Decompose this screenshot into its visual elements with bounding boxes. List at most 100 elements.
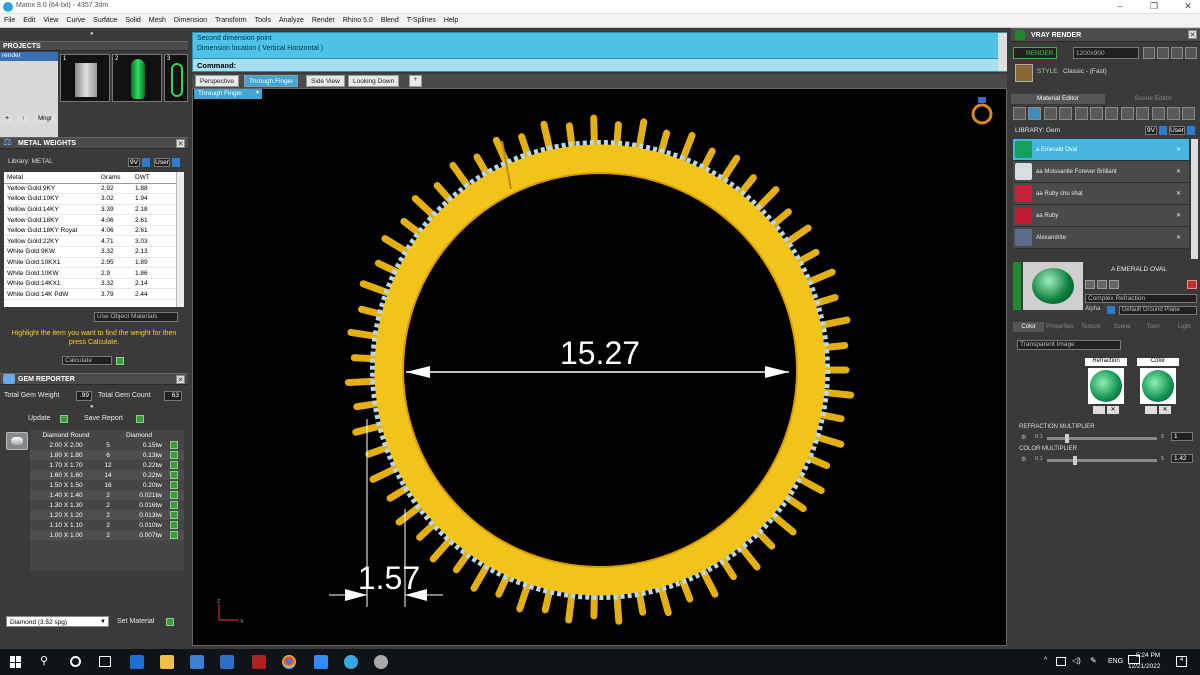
zoom-icon[interactable] xyxy=(314,655,328,669)
refraction-slider-thumb[interactable] xyxy=(1065,434,1069,443)
menu-solid[interactable]: Solid xyxy=(125,17,141,24)
map-icon[interactable] xyxy=(1074,107,1088,120)
chrome-icon[interactable] xyxy=(282,655,296,669)
complex-refraction-select[interactable]: Complex Refraction xyxy=(1085,294,1197,303)
tray-chevron-icon[interactable]: ^ xyxy=(1044,657,1047,664)
material-select[interactable]: Diamond (3.52 spg) ▼ xyxy=(6,616,109,627)
color-edit-icon[interactable] xyxy=(1145,406,1157,414)
menu-help[interactable]: Help xyxy=(444,17,458,24)
sphere-icon[interactable] xyxy=(1043,107,1057,120)
col-grams[interactable]: Grams xyxy=(98,172,132,184)
thumb-3[interactable]: 3 xyxy=(164,54,188,102)
gem-row[interactable]: 1.30 X 1.30 2 0.016tw xyxy=(30,500,184,510)
gem-row[interactable]: 1.40 X 1.40 2 0.021tw xyxy=(30,490,184,500)
notification-icon[interactable]: 4 xyxy=(1176,656,1187,667)
gem-row[interactable]: 1.10 X 1.10 2 0.010tw xyxy=(30,520,184,530)
tab-through-finger[interactable]: Through Finger xyxy=(244,75,299,87)
material-item[interactable]: aa Ruby chu shat ✕ xyxy=(1013,183,1189,205)
metal-sv-icon[interactable] xyxy=(142,158,150,167)
material-scrollbar[interactable] xyxy=(1191,139,1198,259)
tray-pen-icon[interactable]: ✎ xyxy=(1090,656,1097,665)
metal-row[interactable]: White Gold:14K PdW 3.79 2.44 xyxy=(4,288,176,301)
gem-row[interactable]: 1.20 X 1.20 2 0.013tw xyxy=(30,510,184,520)
thumb-2[interactable]: 2 xyxy=(112,54,162,102)
flat-icon[interactable] xyxy=(1090,107,1103,120)
preview-tool-2-icon[interactable] xyxy=(1097,280,1107,289)
gem-select-button[interactable] xyxy=(170,451,178,459)
thumb-1[interactable]: 1 xyxy=(60,54,110,102)
menu-dimension[interactable]: Dimension xyxy=(174,17,207,24)
gem-row[interactable]: 1.50 X 1.50 16 0.20tw xyxy=(30,480,184,490)
tab-material-editor[interactable]: Material Editor xyxy=(1011,94,1105,104)
menu-file[interactable]: File xyxy=(4,17,15,24)
maximize-icon[interactable]: ❐ xyxy=(1144,1,1164,12)
tray-language[interactable]: ENG xyxy=(1108,658,1123,665)
menu-rhino[interactable]: Rhino 5.0 xyxy=(343,17,373,24)
close-vray-icon[interactable]: ✕ xyxy=(1188,30,1197,39)
tab-light[interactable]: Light xyxy=(1169,322,1200,332)
gem-select-button[interactable] xyxy=(170,461,178,469)
box-icon[interactable] xyxy=(1167,107,1180,120)
alpha-toggle[interactable] xyxy=(1107,306,1115,314)
metal-row[interactable]: White Gold:10KX1 2.95 1.89 xyxy=(4,257,176,269)
col-metal[interactable]: Metal xyxy=(4,172,98,184)
close-icon[interactable]: ✕ xyxy=(1178,1,1198,12)
gem-row[interactable]: 1.80 X 1.80 6 0.13tw xyxy=(30,450,184,460)
calculate-field[interactable]: Calculate xyxy=(62,356,112,365)
color-swatch[interactable] xyxy=(1142,370,1174,402)
command-input[interactable]: Command: xyxy=(193,58,998,71)
refraction-gear-icon[interactable]: ⚙ xyxy=(1021,434,1026,441)
color-slider[interactable] xyxy=(1047,456,1157,465)
tab-looking-down[interactable]: Looking Down xyxy=(348,75,400,87)
add-project-button[interactable]: + xyxy=(2,115,12,123)
command-scrollbar[interactable] xyxy=(998,33,1007,71)
color-clear-icon[interactable]: ✕ xyxy=(1159,406,1171,414)
metal-row[interactable]: Yellow Gold:10KY 3.02 1.94 xyxy=(4,193,176,205)
app-blue-icon[interactable] xyxy=(344,655,358,669)
cortana-icon[interactable] xyxy=(70,656,81,667)
library-user-icon[interactable] xyxy=(1187,126,1195,135)
metal-user-icon[interactable] xyxy=(172,158,180,167)
menu-view[interactable]: View xyxy=(43,17,58,24)
viewport[interactable]: Through Finger ▾ 15.27 1.57 z x xyxy=(192,88,1007,646)
tray-volume-icon[interactable]: ◁) xyxy=(1072,656,1081,665)
metal-row[interactable]: White Gold:10KW 2.9 1.86 xyxy=(4,267,176,279)
gem-row[interactable]: 1.00 X 1.00 2 0.007tw xyxy=(30,530,184,540)
gem-select-button[interactable] xyxy=(170,481,178,489)
bolt-icon[interactable] xyxy=(1136,107,1150,120)
metal-row[interactable]: Yellow Gold:18KY Royal 4.06 2.61 xyxy=(4,225,176,237)
material-item[interactable]: aa Moissanite Forever Brilliant ✕ xyxy=(1013,161,1189,183)
preview-tool-3-icon[interactable] xyxy=(1109,280,1119,289)
layer-icon[interactable] xyxy=(1120,107,1134,120)
save-report-button[interactable] xyxy=(136,415,144,423)
render-frame-icon[interactable] xyxy=(1157,47,1169,59)
up-project-button[interactable]: ↑ xyxy=(18,115,28,123)
grid-icon[interactable] xyxy=(1105,107,1119,120)
metal-row[interactable]: Yellow Gold:22KY 4.71 3.03 xyxy=(4,235,176,248)
gem-row[interactable]: 2.00 X 2.00 5 0.15tw xyxy=(30,440,184,450)
tray-date[interactable]: 12/21/2022 xyxy=(1128,663,1161,670)
preview-reset-icon[interactable] xyxy=(1187,280,1197,289)
preview-tool-1-icon[interactable] xyxy=(1085,280,1095,289)
store-icon[interactable] xyxy=(190,655,204,669)
remove-material-icon[interactable]: ✕ xyxy=(1176,234,1181,241)
add-tab-button[interactable]: + xyxy=(409,75,422,87)
menu-surface[interactable]: Surface xyxy=(93,17,117,24)
tab-properties[interactable]: Properties xyxy=(1044,322,1075,332)
drop-icon[interactable] xyxy=(1013,107,1026,120)
update-button[interactable] xyxy=(60,415,68,423)
material-item[interactable]: Alexandrite ✕ xyxy=(1013,227,1189,249)
gem-select-button[interactable] xyxy=(170,521,178,529)
refraction-clear-icon[interactable]: ✕ xyxy=(1107,406,1119,414)
library-sv-toggle[interactable]: 9V xyxy=(1145,126,1157,135)
use-object-materials-field[interactable]: Use Object Materials xyxy=(94,312,178,322)
project-item[interactable]: render xyxy=(0,52,58,61)
gem-row[interactable]: 1.70 X 1.70 12 0.22tw xyxy=(30,460,184,470)
menu-blend[interactable]: Blend xyxy=(381,17,399,24)
app-red-icon[interactable] xyxy=(252,655,266,669)
task-view-icon[interactable] xyxy=(99,656,111,667)
file-explorer-icon[interactable] xyxy=(160,655,174,669)
menu-mesh[interactable]: Mesh xyxy=(149,17,166,24)
refraction-swatch[interactable] xyxy=(1090,370,1122,402)
refraction-edit-icon[interactable] xyxy=(1093,406,1105,414)
